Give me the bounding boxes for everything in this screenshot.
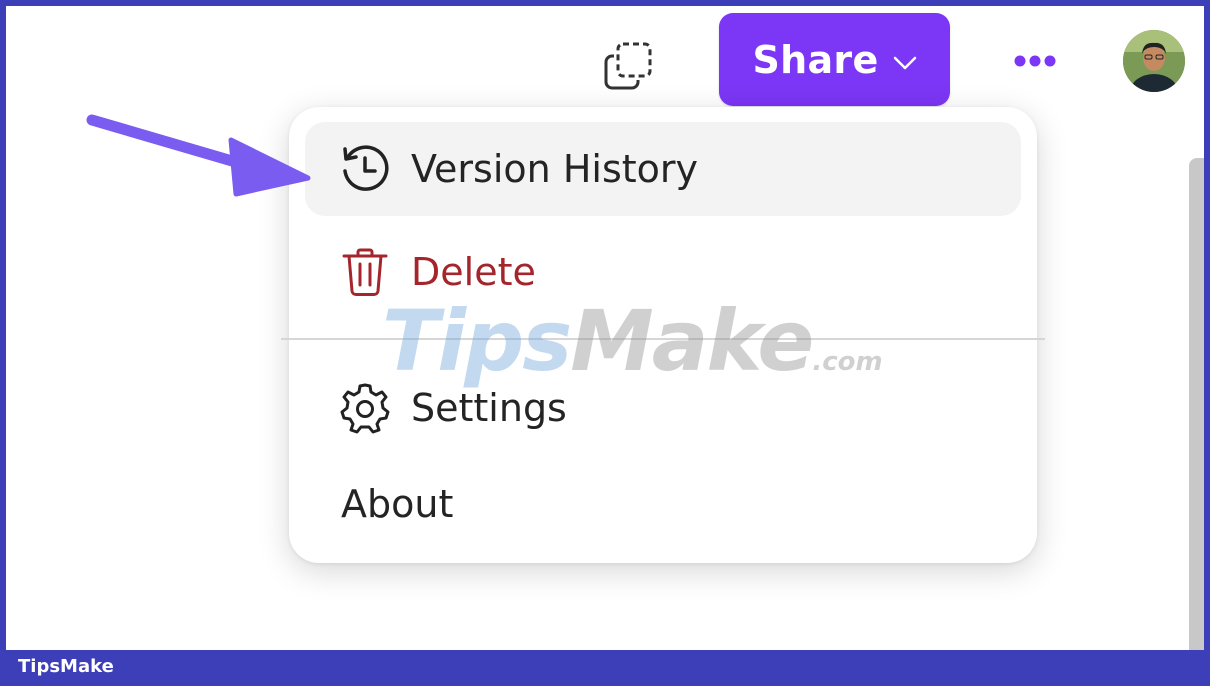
menu-item-label: Delete	[411, 250, 536, 294]
menu-divider	[281, 338, 1045, 340]
copy-icon	[602, 40, 654, 96]
chevron-down-icon	[893, 56, 917, 70]
share-button[interactable]: Share	[719, 13, 950, 106]
scrollbar[interactable]	[1189, 158, 1204, 650]
annotation-arrow	[86, 110, 326, 214]
brand-label: TipsMake	[18, 656, 114, 677]
menu-item-settings[interactable]: Settings	[305, 361, 1021, 455]
app-window: Share Version History Delete Settings Ab…	[6, 6, 1204, 650]
copy-button[interactable]	[596, 38, 660, 98]
menu-item-label: Settings	[411, 386, 567, 430]
menu-item-label: About	[341, 482, 454, 526]
dropdown-menu: Version History Delete Settings About	[281, 107, 1045, 563]
menu-item-delete[interactable]: Delete	[305, 225, 1021, 319]
trash-icon	[339, 246, 391, 298]
history-icon	[339, 143, 391, 195]
avatar[interactable]	[1123, 30, 1185, 92]
gear-icon	[339, 382, 391, 434]
menu-item-version-history[interactable]: Version History	[305, 122, 1021, 216]
more-options-button[interactable]	[1006, 44, 1064, 80]
more-horizontal-icon	[1013, 53, 1057, 72]
menu-item-about[interactable]: About	[305, 457, 1021, 551]
menu-item-label: Version History	[411, 147, 699, 191]
frame-border: Share Version History Delete Settings Ab…	[0, 0, 1210, 686]
share-button-label: Share	[752, 37, 879, 82]
